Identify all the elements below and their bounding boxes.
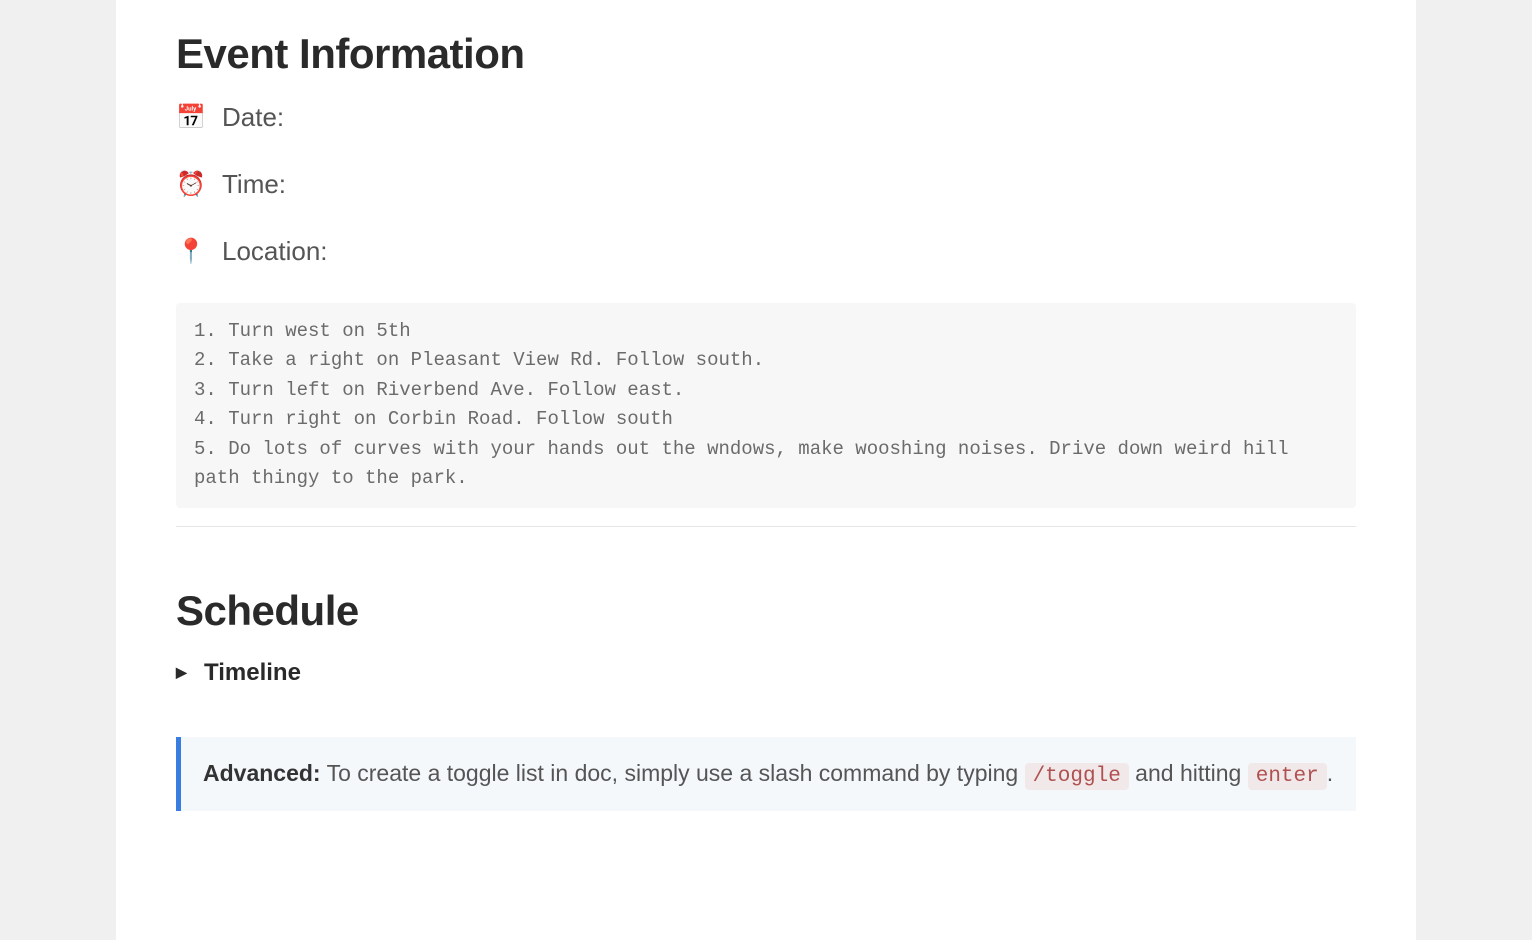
time-label: Time: (222, 169, 286, 200)
enter-key-chip: enter (1248, 763, 1327, 790)
pin-icon: 📍 (176, 238, 204, 266)
callout-text-after: . (1327, 760, 1333, 786)
clock-icon: ⏰ (176, 171, 204, 199)
directions-code-block[interactable]: 1. Turn west on 5th 2. Take a right on P… (176, 303, 1356, 508)
toggle-arrow-icon: ▶ (176, 664, 192, 681)
schedule-heading: Schedule (176, 587, 1356, 635)
callout-text-before: To create a toggle list in doc, simply u… (321, 760, 1025, 786)
section-divider (176, 526, 1356, 527)
advanced-callout: Advanced: To create a toggle list in doc… (176, 737, 1356, 812)
location-label: Location: (222, 236, 328, 267)
date-field-row[interactable]: 📅 Date: (176, 102, 1356, 133)
toggle-command-chip: /toggle (1025, 763, 1129, 790)
document-page: Event Information 📅 Date: ⏰ Time: 📍 Loca… (116, 0, 1416, 940)
event-information-heading: Event Information (176, 30, 1356, 78)
date-label: Date: (222, 102, 284, 133)
timeline-toggle-label: Timeline (204, 659, 301, 687)
time-field-row[interactable]: ⏰ Time: (176, 169, 1356, 200)
timeline-toggle[interactable]: ▶ Timeline (176, 659, 1356, 687)
callout-bold-label: Advanced: (203, 760, 321, 786)
location-field-row[interactable]: 📍 Location: (176, 236, 1356, 267)
callout-text-middle: and hitting (1129, 760, 1248, 786)
calendar-icon: 📅 (176, 104, 204, 132)
